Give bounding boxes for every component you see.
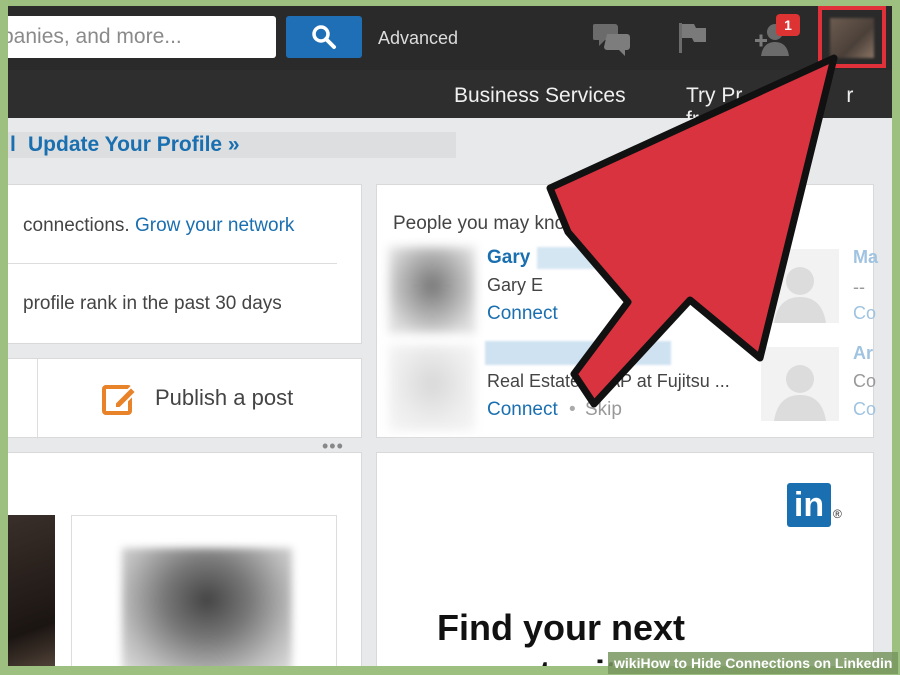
profile-avatar-highlight[interactable] bbox=[818, 6, 886, 68]
nav-business-services[interactable]: Business Services bbox=[454, 84, 626, 108]
update-profile-link[interactable]: Update Your Profile » bbox=[28, 133, 240, 157]
separator-dot: • bbox=[569, 399, 576, 420]
registered-mark: ® bbox=[833, 507, 842, 521]
search-button[interactable] bbox=[286, 16, 362, 58]
publish-card: Publish a post bbox=[8, 358, 362, 439]
linkedin-ad-card[interactable]: in ® Find your next opportunity bbox=[376, 452, 874, 666]
nav-try-premium-part1: Try Pr bbox=[686, 84, 743, 107]
feed-photo-card bbox=[8, 452, 362, 666]
divider bbox=[8, 263, 337, 264]
divider bbox=[37, 359, 38, 439]
update-separator: l bbox=[10, 133, 16, 156]
advanced-search-link[interactable]: Advanced bbox=[378, 28, 458, 49]
blurred-name[interactable] bbox=[485, 341, 671, 365]
person-headline: Real Estate - SAP at Fujitsu ... bbox=[487, 371, 730, 391]
person-headline: Gary E bbox=[487, 275, 544, 295]
connect-button[interactable]: Co bbox=[853, 399, 876, 420]
connect-button[interactable]: Co bbox=[853, 303, 876, 324]
edit-icon[interactable] bbox=[101, 381, 139, 417]
feed-post bbox=[71, 515, 337, 666]
search-icon bbox=[312, 25, 336, 49]
person-placeholder-icon[interactable] bbox=[761, 347, 839, 421]
nav-try-premium[interactable]: Try Pr r free bbox=[686, 84, 892, 132]
grow-network-link[interactable]: Grow your network bbox=[135, 215, 294, 236]
ad-headline: Find your next bbox=[437, 607, 686, 648]
linkedin-logo: in bbox=[787, 483, 831, 527]
person-photo[interactable] bbox=[389, 247, 475, 333]
connect-button[interactable]: Connect bbox=[487, 399, 558, 421]
connections-text: connections. bbox=[23, 215, 135, 236]
person-headline: Co bbox=[853, 371, 877, 391]
profile-rank-text[interactable]: profile rank in the past 30 days bbox=[23, 293, 282, 315]
ad-headline-2: opportunity bbox=[437, 653, 637, 666]
messages-icon[interactable] bbox=[593, 20, 633, 56]
top-search-bar: Advanced 1 bbox=[8, 6, 892, 70]
person-name[interactable]: Ar bbox=[853, 343, 873, 364]
person-headline: -- bbox=[853, 277, 865, 297]
pymk-title: People you may know bbox=[393, 213, 579, 234]
connections-summary: connections. Grow your network bbox=[23, 215, 294, 237]
avatar[interactable] bbox=[830, 18, 874, 58]
person-name[interactable]: Gary bbox=[487, 247, 530, 269]
skip-button[interactable]: Skip bbox=[585, 399, 622, 421]
search-input[interactable] bbox=[8, 16, 276, 58]
publish-post-button[interactable]: Publish a post bbox=[155, 385, 293, 411]
connections-card: connections. Grow your network profile r… bbox=[8, 184, 362, 344]
people-you-may-know-card: People you may know Gary Gary E Connect … bbox=[376, 184, 878, 438]
caption-bar: wikiHow to Hide Connections on Linkedin bbox=[608, 652, 898, 674]
app-frame: Advanced 1 Business Services Try Prr fre… bbox=[8, 6, 892, 666]
person-placeholder-icon[interactable] bbox=[761, 249, 839, 323]
notification-badge: 1 bbox=[776, 14, 800, 36]
blurred-name bbox=[537, 247, 647, 269]
secondary-nav: Business Services Try Pr r free bbox=[8, 70, 892, 131]
flag-icon[interactable] bbox=[676, 20, 710, 56]
person-name[interactable]: Ma bbox=[853, 247, 878, 268]
update-profile-bar: l Update Your Profile » bbox=[8, 132, 456, 158]
feed-image bbox=[8, 515, 55, 666]
person-photo[interactable] bbox=[389, 345, 475, 431]
connect-button[interactable]: Connect bbox=[487, 303, 558, 325]
blurred-photo bbox=[122, 548, 292, 666]
